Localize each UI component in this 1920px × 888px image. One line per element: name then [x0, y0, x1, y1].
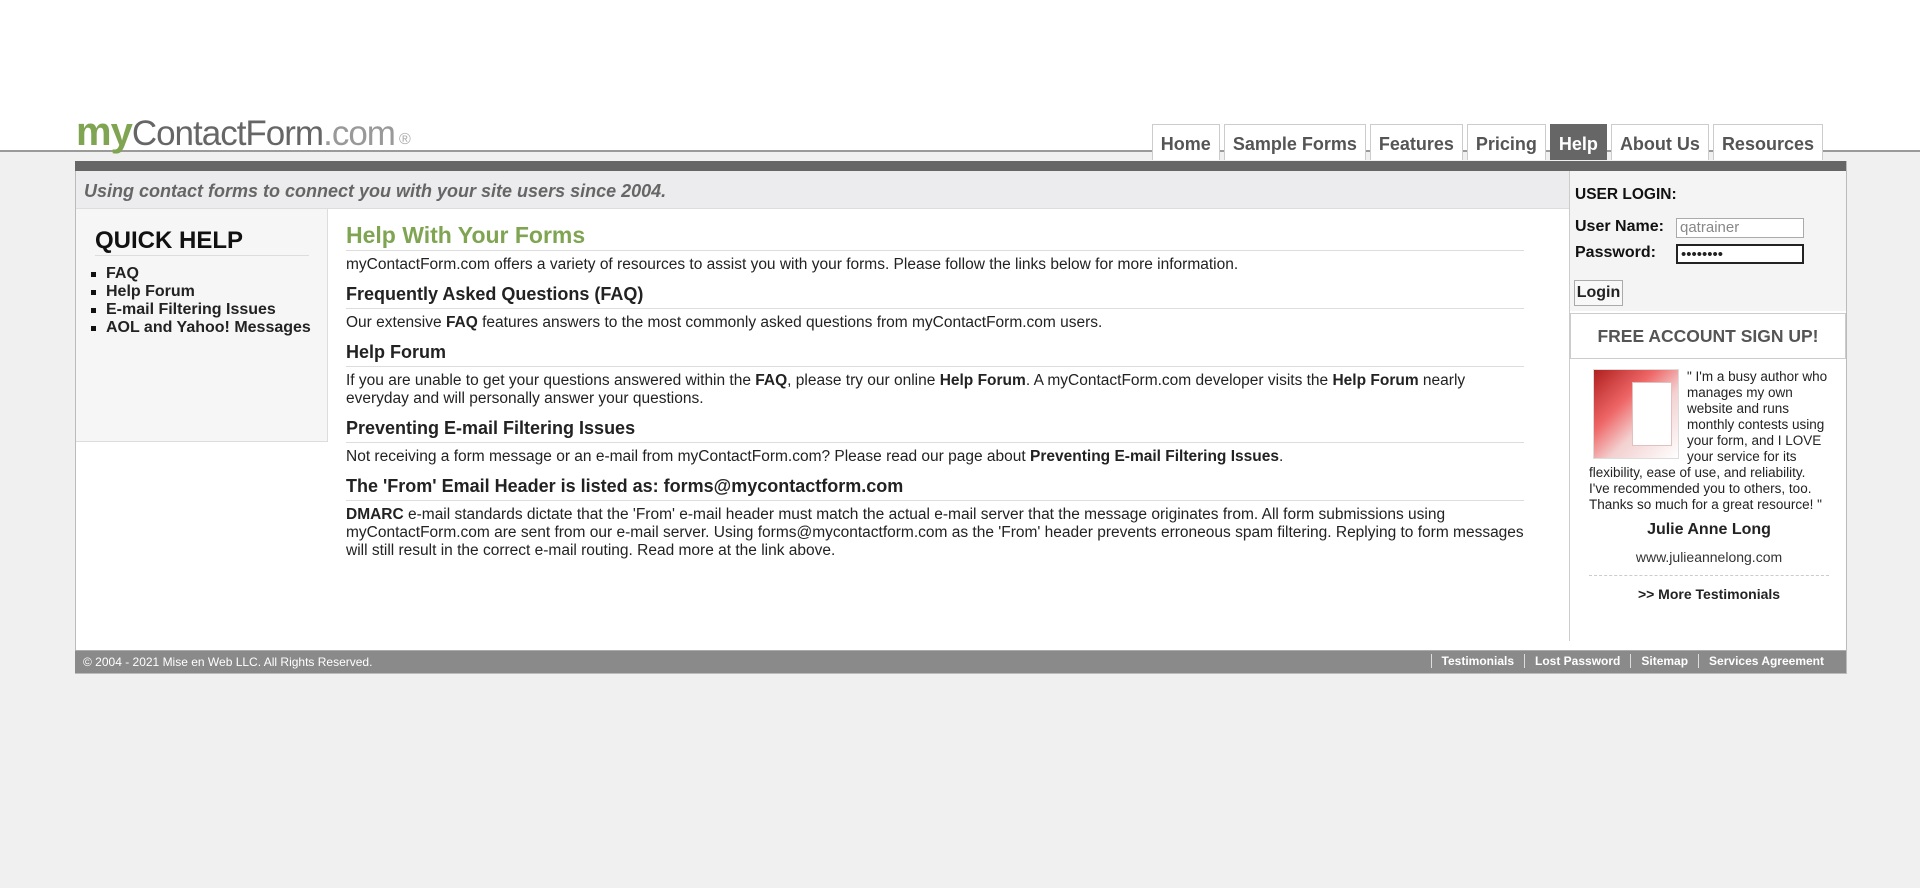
quick-help-link-help-forum[interactable]: Help Forum: [91, 283, 311, 301]
dmarc-label: DMARC: [346, 506, 404, 523]
faq-text: Our extensive FAQ features answers to th…: [346, 314, 1524, 332]
email-filtering-heading: Preventing E-mail Filtering Issues: [346, 418, 636, 438]
footer-link-sitemap[interactable]: Sitemap: [1630, 654, 1698, 668]
logo-dotcom: .com: [323, 114, 396, 153]
header-band: [75, 161, 1846, 171]
quick-help-link-aol-yahoo[interactable]: AOL and Yahoo! Messages: [91, 319, 311, 337]
faq-heading: Frequently Asked Questions (FAQ): [346, 284, 644, 304]
help-forum-heading: Help Forum: [346, 342, 447, 362]
nav-tab-help[interactable]: Help: [1549, 124, 1607, 160]
book-cover-image: [1593, 369, 1679, 459]
quick-help-list: FAQ Help Forum E-mail Filtering Issues A…: [91, 265, 311, 337]
page-title: Help With Your Forms: [346, 222, 586, 248]
nav-tab-resources[interactable]: Resources: [1712, 124, 1823, 160]
main-nav: Home Sample Forms Features Pricing Help …: [1151, 124, 1823, 160]
login-panel: USER LOGIN: User Name: qatrainer Passwor…: [1570, 171, 1846, 311]
logo-my: my: [76, 110, 133, 154]
logo-contactform: ContactForm: [131, 114, 324, 153]
divider: [1589, 575, 1829, 576]
tagline: Using contact forms to connect you with …: [84, 181, 667, 201]
nav-tab-sample-forms[interactable]: Sample Forms: [1223, 124, 1366, 160]
divider: [346, 308, 1524, 309]
username-input[interactable]: qatrainer: [1676, 218, 1804, 238]
quick-help-link-label: FAQ: [106, 265, 139, 282]
quick-help-link-label: Help Forum: [106, 283, 195, 300]
nav-tab-features[interactable]: Features: [1369, 124, 1463, 160]
footer-link-testimonials[interactable]: Testimonials: [1430, 654, 1524, 668]
help-forum-link[interactable]: Help Forum: [1332, 372, 1418, 389]
password-input[interactable]: ••••••••: [1676, 244, 1804, 264]
free-signup-button[interactable]: FREE ACCOUNT SIGN UP!: [1570, 313, 1846, 359]
nav-tab-home[interactable]: Home: [1151, 124, 1220, 160]
quick-help-link-email-filtering[interactable]: E-mail Filtering Issues: [91, 301, 311, 319]
filtering-text-part: .: [1278, 448, 1284, 465]
divider: [346, 250, 1524, 251]
quick-help-link-faq[interactable]: FAQ: [91, 265, 311, 283]
faq-link[interactable]: FAQ: [755, 372, 787, 389]
bullet-icon: [91, 325, 96, 331]
registered-mark: ®: [398, 131, 411, 148]
testimonial-author: Julie Anne Long: [1647, 521, 1771, 538]
more-testimonials-link[interactable]: >> More Testimonials: [1589, 586, 1829, 602]
from-header-text-part: e-mail standards dictate that the 'From'…: [346, 506, 1524, 559]
divider: [346, 442, 1524, 443]
forum-text-part: , please try our online: [787, 372, 940, 389]
faq-text-part: Our extensive: [346, 314, 446, 331]
login-button[interactable]: Login: [1574, 280, 1623, 306]
quick-help-link-label: E-mail Filtering Issues: [106, 301, 276, 318]
quick-help-divider: [95, 255, 309, 256]
from-header-heading: The 'From' Email Header is listed as: fo…: [346, 476, 904, 496]
user-login-title: USER LOGIN:: [1575, 186, 1677, 203]
quick-help-title: QUICK HELP: [95, 227, 244, 254]
from-header-text: DMARC e-mail standards dictate that the …: [346, 506, 1524, 560]
quick-help-sidebar: QUICK HELP FAQ Help Forum E-mail Filteri…: [76, 209, 328, 442]
nav-tab-pricing[interactable]: Pricing: [1466, 124, 1546, 160]
divider: [346, 500, 1524, 501]
footer-link-lost-password[interactable]: Lost Password: [1524, 654, 1630, 668]
tagline-bar: Using contact forms to connect you with …: [76, 171, 1569, 209]
copyright: © 2004 - 2021 Mise en Web LLC. All Right…: [83, 655, 373, 669]
footer-link-services-agreement[interactable]: Services Agreement: [1698, 654, 1834, 668]
forum-text-part: If you are unable to get your questions …: [346, 372, 756, 389]
password-label: Password:: [1575, 244, 1656, 261]
faq-link[interactable]: FAQ: [446, 314, 478, 331]
email-filtering-text: Not receiving a form message or an e-mai…: [346, 448, 1524, 466]
footer-links: Testimonials Lost Password Sitemap Servi…: [1430, 654, 1834, 668]
faq-text-part: features answers to the most commonly as…: [477, 314, 1103, 331]
email-filtering-link[interactable]: Preventing E-mail Filtering Issues: [1030, 448, 1279, 465]
forum-text-part: . A myContactForm.com developer visits t…: [1025, 372, 1333, 389]
help-forum-link[interactable]: Help Forum: [940, 372, 1026, 389]
divider: [346, 366, 1524, 367]
nav-tab-about-us[interactable]: About Us: [1610, 124, 1709, 160]
site-logo[interactable]: myContactForm.com ®: [76, 112, 411, 152]
bullet-icon: [91, 271, 96, 277]
quick-help-link-label: AOL and Yahoo! Messages: [106, 319, 311, 336]
help-forum-text: If you are unable to get your questions …: [346, 372, 1524, 408]
testimonial-url[interactable]: www.julieannelong.com: [1589, 549, 1829, 565]
testimonial: " I'm a busy author who manages my own w…: [1589, 369, 1829, 602]
filtering-text-part: Not receiving a form message or an e-mai…: [346, 448, 1031, 465]
username-label: User Name:: [1575, 218, 1664, 235]
bullet-icon: [91, 289, 96, 295]
bullet-icon: [91, 307, 96, 313]
right-sidebar: USER LOGIN: User Name: qatrainer Passwor…: [1569, 171, 1846, 641]
intro-text: myContactForm.com offers a variety of re…: [346, 256, 1239, 273]
footer: © 2004 - 2021 Mise en Web LLC. All Right…: [75, 650, 1846, 673]
main-content: Help With Your Forms myContactForm.com o…: [346, 222, 1524, 560]
